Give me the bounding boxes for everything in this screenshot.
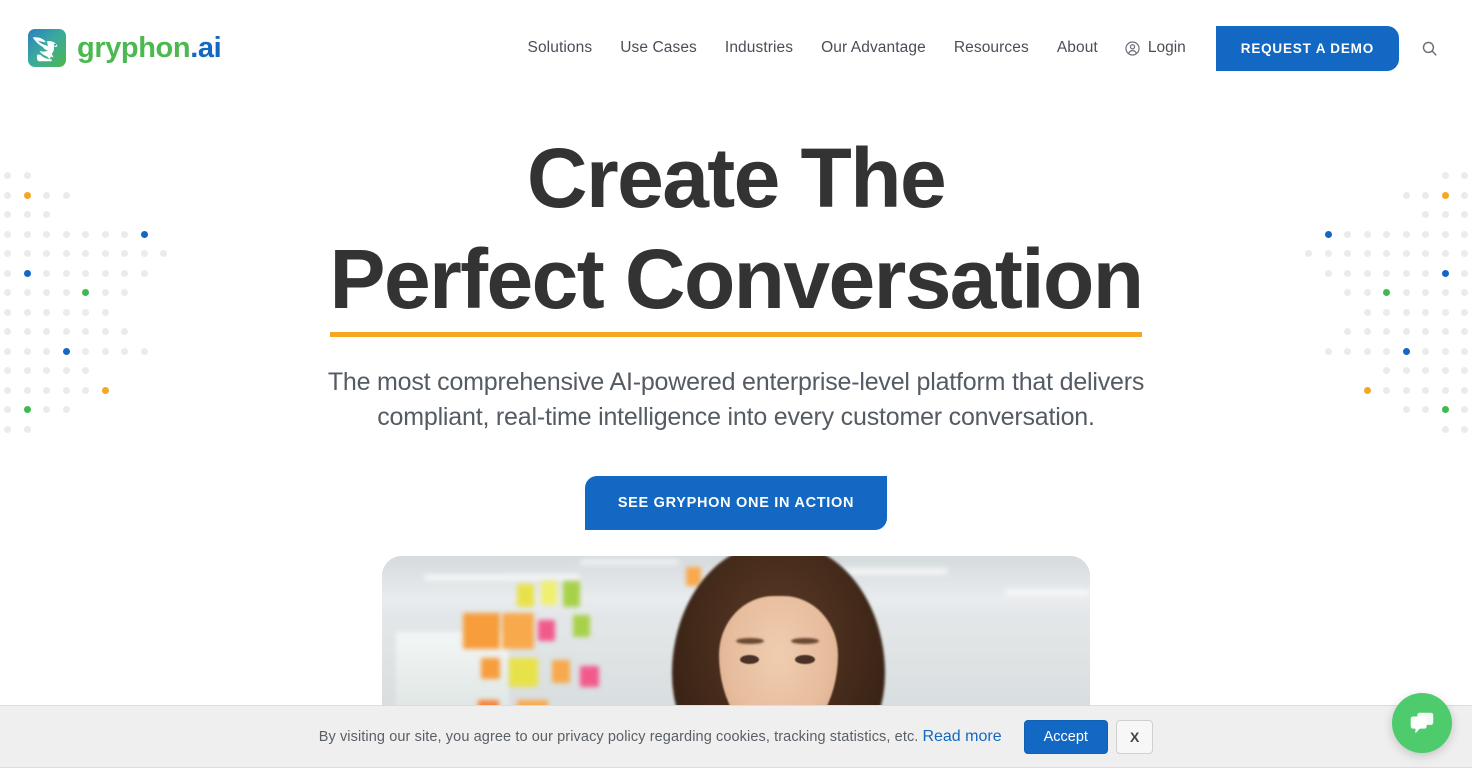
cookie-consent-banner: By visiting our site, you agree to our p…	[0, 705, 1472, 768]
cookie-read-more-link[interactable]: Read more	[922, 728, 1001, 746]
search-button[interactable]	[1415, 34, 1444, 63]
logo-name: gryphon	[77, 31, 191, 64]
nav-item-industries[interactable]: Industries	[711, 29, 807, 67]
hero-section: Create The Perfect Conversation The most…	[0, 96, 1472, 531]
user-circle-icon	[1124, 40, 1141, 57]
hero-subheadline: The most comprehensive AI-powered enterp…	[327, 368, 1145, 431]
logo-wordmark: gryphon.ai	[77, 31, 222, 64]
nav-item-solutions[interactable]: Solutions	[514, 29, 607, 67]
login-label: Login	[1147, 39, 1186, 56]
main-navigation: Solutions Use Cases Industries Our Advan…	[514, 25, 1444, 71]
nav-item-use-cases[interactable]: Use Cases	[606, 29, 711, 67]
site-logo[interactable]: gryphon.ai	[28, 29, 222, 67]
search-icon	[1421, 40, 1438, 57]
page-root: gryphon.ai Solutions Use Cases Industrie…	[0, 0, 1472, 768]
logo-suffix: .ai	[190, 31, 222, 64]
cookie-accept-button[interactable]: Accept	[1023, 719, 1108, 754]
headline-line-2-wrapper: Perfect Conversation	[329, 232, 1145, 338]
see-gryphon-one-in-action-button[interactable]: SEE GRYPHON ONE IN ACTION	[584, 476, 888, 531]
gryphon-bird-icon	[28, 29, 66, 67]
cookie-message: By visiting our site, you agree to our p…	[318, 728, 919, 745]
chat-bubble-icon	[1407, 708, 1437, 738]
cookie-close-button[interactable]: X	[1115, 719, 1154, 754]
headline-line-2: Perfect Conversation	[329, 232, 1145, 327]
request-demo-button[interactable]: REQUEST A DEMO	[1215, 25, 1399, 71]
site-header: gryphon.ai Solutions Use Cases Industrie…	[0, 0, 1472, 96]
headline-underline-accent	[329, 332, 1143, 338]
page-title: Create The Perfect Conversation	[0, 131, 1472, 338]
nav-item-resources[interactable]: Resources	[940, 29, 1043, 67]
nav-item-about[interactable]: About	[1043, 29, 1112, 67]
headline-line-1: Create The	[526, 131, 947, 225]
nav-item-our-advantage[interactable]: Our Advantage	[807, 29, 940, 67]
login-link[interactable]: Login	[1112, 29, 1200, 67]
chat-widget-button[interactable]	[1392, 693, 1452, 753]
